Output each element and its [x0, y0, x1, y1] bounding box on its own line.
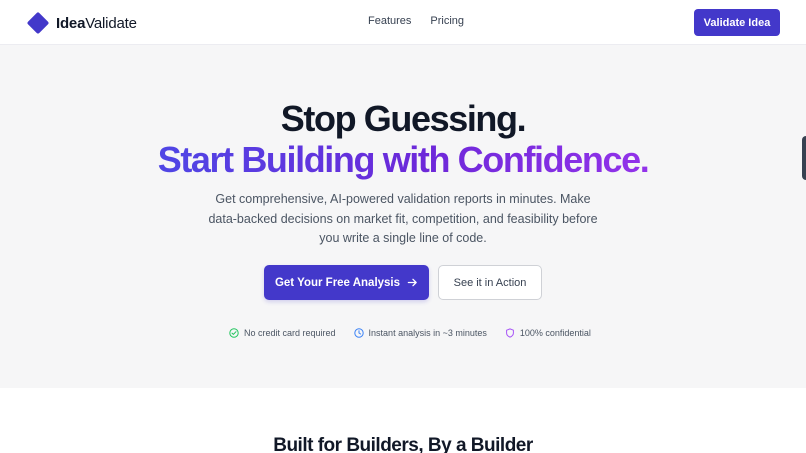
nav-link-features[interactable]: Features	[368, 15, 411, 27]
feature-item-confidential: 100% confidential	[505, 328, 591, 338]
clock-icon	[353, 328, 364, 338]
validate-idea-button[interactable]: Validate Idea	[694, 9, 780, 36]
get-free-analysis-label: Get Your Free Analysis	[274, 276, 401, 289]
check-circle-icon	[229, 328, 239, 338]
side-feedback-tab[interactable]	[802, 136, 806, 180]
get-free-analysis-button[interactable]: Get Your Free Analysis	[264, 265, 429, 300]
hero-headline-gradient-text: Start Building with Confidence.	[157, 139, 650, 180]
brand-name: IdeaValidate	[56, 15, 137, 32]
shield-icon	[505, 328, 514, 338]
arrow-right-icon	[407, 278, 417, 287]
brand-logo[interactable]: IdeaValidate	[26, 11, 137, 35]
feature-item-no-credit-card: No credit card required	[229, 328, 336, 338]
hero-headline-gradient: Start Building with Confidence.	[0, 140, 806, 180]
top-navbar: IdeaValidate Features Pricing Validate I…	[0, 0, 806, 45]
hero-subtitle: Get comprehensive, AI-powered validation…	[208, 192, 598, 245]
section-title-builders: Built for Builders, By a Builder	[273, 435, 533, 453]
feature-label: No credit card required	[244, 328, 336, 338]
brand-name-bold: Idea	[56, 14, 86, 32]
hero-headline-primary: Stop Guessing.	[280, 98, 527, 139]
see-it-in-action-button[interactable]: See it in Action	[438, 265, 542, 300]
hero-section: Stop Guessing. Start Building with Confi…	[0, 45, 806, 388]
feature-label: Instant analysis in ~3 minutes	[368, 328, 487, 338]
feature-label: 100% confidential	[519, 328, 591, 338]
diamond-logo-icon	[26, 11, 50, 35]
brand-name-rest: Validate	[85, 14, 137, 32]
nav-link-pricing[interactable]: Pricing	[430, 15, 464, 27]
main-nav: Features Pricing	[368, 15, 464, 27]
feature-item-instant-analysis: Instant analysis in ~3 minutes	[353, 328, 487, 338]
hero-feature-list: No credit card required Instant analysis…	[229, 328, 591, 338]
